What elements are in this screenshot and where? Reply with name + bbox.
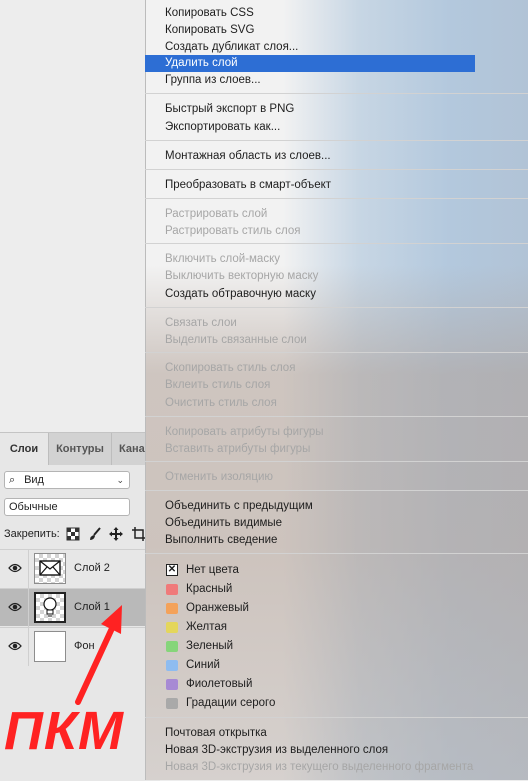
annotation-label: ПКМ (4, 701, 125, 761)
red-arrow-annotation (75, 605, 122, 705)
